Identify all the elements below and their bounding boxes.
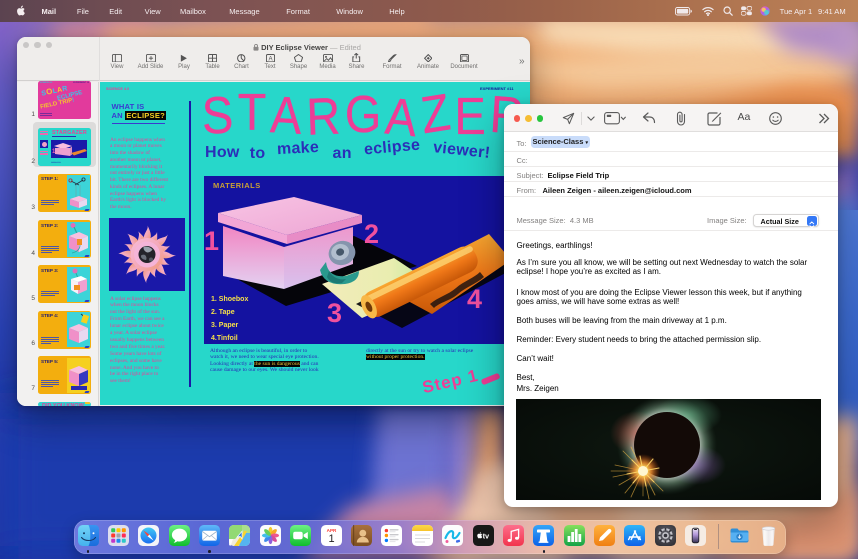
svg-text:1. Shoebox: 1. Shoebox [211,296,248,303]
svg-text:tv: tv [482,531,489,540]
svg-text:4: 4 [467,284,482,314]
svg-text:A: A [268,55,273,62]
svg-text:1: 1 [204,226,219,256]
svg-text:3: 3 [327,298,342,328]
svg-text:2: 2 [364,219,379,249]
svg-text:2. Tape: 2. Tape [211,309,235,316]
svg-text:4.Tinfoil: 4.Tinfoil [211,335,238,342]
svg-text:1: 1 [328,533,334,545]
svg-text:3. Paper: 3. Paper [211,322,239,329]
